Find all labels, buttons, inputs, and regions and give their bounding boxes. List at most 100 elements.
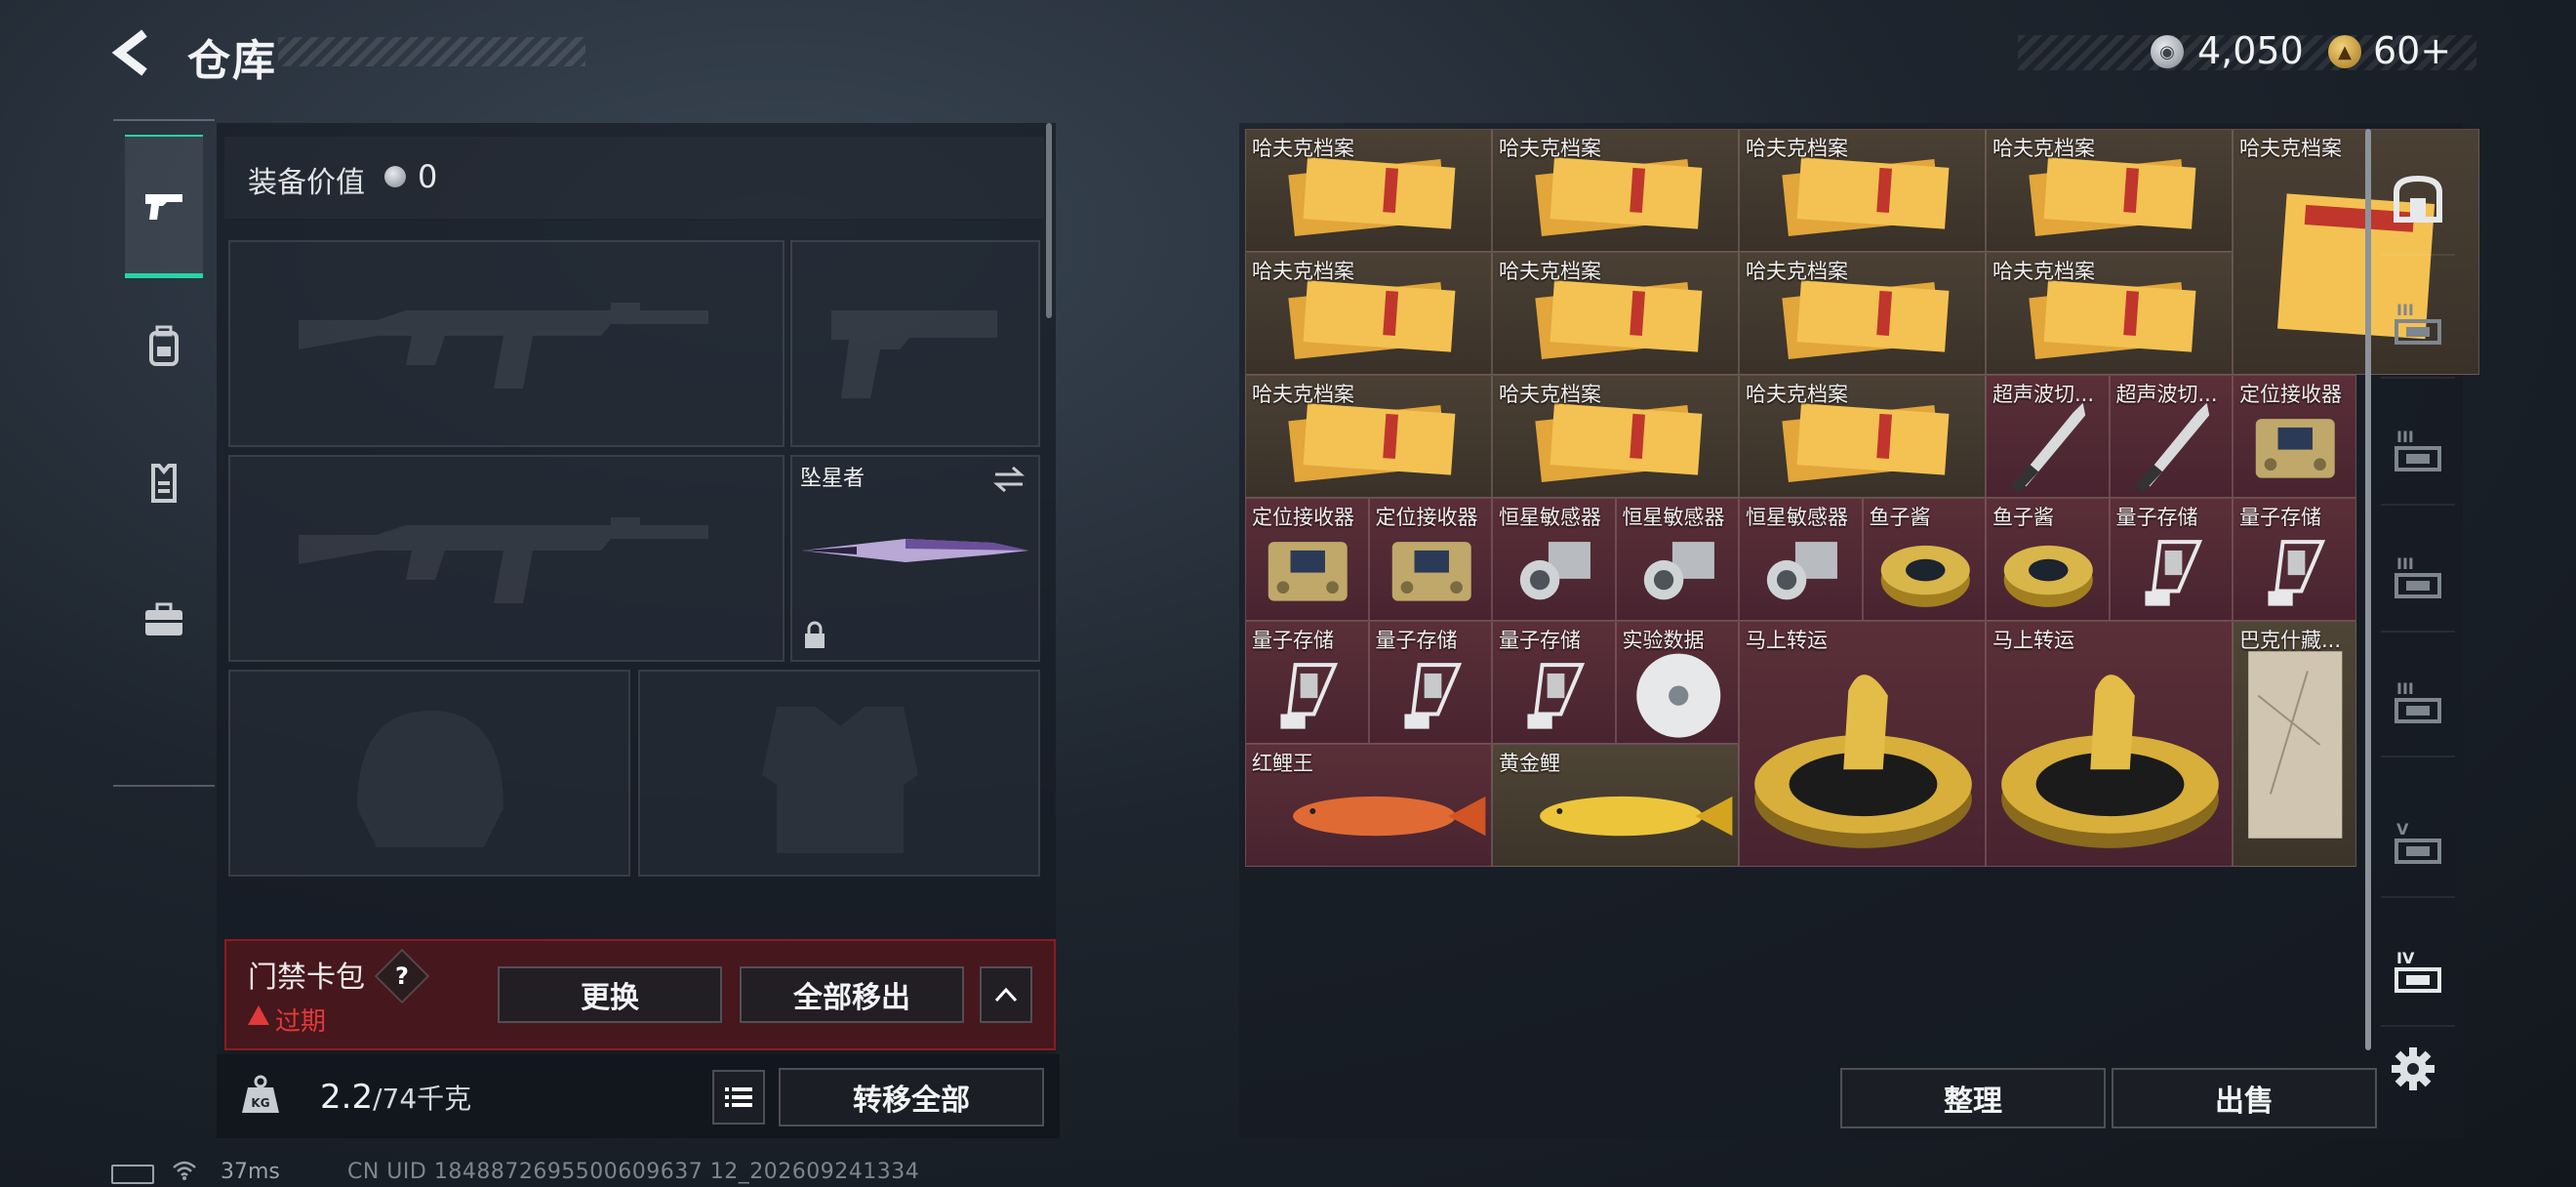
collapse-button[interactable] <box>980 966 1032 1023</box>
sort-button[interactable]: 整理 <box>1840 1068 2106 1128</box>
stash-item-label: 黄金鲤 <box>1499 752 1560 775</box>
storage-tab[interactable]: V <box>2381 789 2455 898</box>
transfer-all-button[interactable]: 转移全部 <box>779 1068 1044 1126</box>
tab-case[interactable] <box>125 551 203 687</box>
stash-item-label: 超声波切... <box>2115 383 2218 406</box>
storage-iii-icon: III <box>2395 428 2441 471</box>
access-card-title: 门禁卡包 <box>248 961 365 995</box>
stash-item-label: 马上转运 <box>1992 629 2074 652</box>
stash-item-label: 哈夫克档案 <box>1746 383 1848 406</box>
primary-weapon-slot[interactable] <box>228 240 785 447</box>
gear-icon[interactable] <box>2389 1044 2437 1093</box>
lock-icon <box>805 621 825 648</box>
stash-item[interactable]: 哈夫克档案 <box>1245 375 1492 498</box>
stash-item[interactable]: 哈夫克档案 <box>1492 252 1739 375</box>
swap-arrows-icon[interactable] <box>991 465 1026 494</box>
stash-item[interactable]: 哈夫克档案 <box>1492 129 1739 252</box>
loadout-scrollbar[interactable] <box>1046 123 1052 318</box>
stash-item-label: 鱼子酱 <box>1869 506 1931 529</box>
stash-item-label: 恒星敏感器 <box>1499 506 1601 529</box>
stash-item-label: 哈夫克档案 <box>1746 260 1848 283</box>
stash-item[interactable]: 定位接收器 <box>1245 498 1369 621</box>
stash-item[interactable]: 恒星敏感器 <box>1615 498 1739 621</box>
rifle-silhouette-icon <box>299 517 708 603</box>
stash-item[interactable]: 鱼子酱 <box>1862 498 1986 621</box>
stash-item[interactable]: 量子存储 <box>2233 498 2356 621</box>
stash-item[interactable]: 黄金鲤 <box>1492 744 1739 867</box>
storage-tab[interactable]: III <box>2381 269 2455 379</box>
remove-all-button[interactable]: 全部移出 <box>740 966 964 1023</box>
stash-item[interactable]: 哈夫克档案 <box>1245 252 1492 375</box>
stash-item[interactable]: 定位接收器 <box>1368 498 1492 621</box>
tab-weapons[interactable] <box>125 135 203 278</box>
storage-tab-level: V <box>2396 820 2409 839</box>
stash-item[interactable]: 马上转运 <box>1986 621 2233 867</box>
uid-text: CN UID 1848872695500609637 12_2026092413… <box>347 1160 920 1184</box>
stash-item-label: 红鲤王 <box>1252 752 1313 775</box>
stash-item-label: 量子存储 <box>2115 506 2198 529</box>
stash-item-label: 定位接收器 <box>2239 383 2342 406</box>
battery-icon <box>111 1165 154 1184</box>
horse-statue-icon <box>2001 675 2219 848</box>
chevron-up-icon <box>994 987 1018 1003</box>
stash-item[interactable]: 哈夫克档案 <box>1986 129 2233 252</box>
stash-item-label: 恒星敏感器 <box>1746 506 1848 529</box>
storage-tab[interactable]: IV <box>2381 918 2455 1027</box>
stash-item[interactable]: 恒星敏感器 <box>1492 498 1616 621</box>
stash-item[interactable]: 鱼子酱 <box>1986 498 2110 621</box>
storage-tab[interactable]: III <box>2381 523 2455 633</box>
armor-slot[interactable] <box>638 670 1040 877</box>
sell-button[interactable]: 出售 <box>2112 1068 2377 1128</box>
rifle-silhouette-icon <box>299 303 708 389</box>
stash-item-label: 哈夫克档案 <box>1499 383 1601 406</box>
storage-tab[interactable]: III <box>2381 396 2455 506</box>
warning-icon <box>248 1005 269 1025</box>
storage-tab-level: IV <box>2396 949 2415 967</box>
stash-item[interactable]: 量子存储 <box>2109 498 2233 621</box>
stash-item[interactable]: 哈夫克档案 <box>1739 375 1986 498</box>
stash-item-label: 哈夫克档案 <box>1252 383 1354 406</box>
stash-item[interactable]: 恒星敏感器 <box>1739 498 1863 621</box>
backpack-icon <box>149 325 179 366</box>
stash-item[interactable]: 红鲤王 <box>1245 744 1492 867</box>
stash-item[interactable]: 量子存储 <box>1492 621 1616 744</box>
tab-vest[interactable] <box>125 414 203 551</box>
silver-coin-icon <box>384 166 406 187</box>
stash-item-label: 哈夫克档案 <box>1499 137 1601 160</box>
stash-item[interactable]: 量子存储 <box>1245 621 1369 744</box>
stash-scrollbar[interactable] <box>2365 129 2371 1050</box>
melee-slot[interactable]: 坠星者 <box>790 455 1040 662</box>
stash-item[interactable]: 量子存储 <box>1368 621 1492 744</box>
stash-item[interactable]: 巴克什藏... <box>2233 621 2356 867</box>
secondary-weapon-slot[interactable] <box>790 240 1040 447</box>
swap-button[interactable]: 更换 <box>498 966 722 1023</box>
stash-item[interactable]: 哈夫克档案 <box>1245 129 1492 252</box>
stash-item[interactable]: 超声波切... <box>2109 375 2233 498</box>
list-view-button[interactable] <box>712 1070 765 1125</box>
gold-currency-value[interactable]: 60+ <box>2373 29 2451 72</box>
back-arrow-icon[interactable] <box>107 27 158 78</box>
stash-item[interactable]: 超声波切... <box>1986 375 2110 498</box>
stash-item-label: 哈夫克档案 <box>1746 137 1848 160</box>
stash-item[interactable]: 哈夫克档案 <box>1986 252 2233 375</box>
tab-backpack[interactable] <box>125 277 203 414</box>
storage-iv-icon: IV <box>2395 949 2441 993</box>
stash-item[interactable]: 哈夫克档案 <box>1739 129 1986 252</box>
stash-item[interactable]: 定位接收器 <box>2233 375 2356 498</box>
secondary-rifle-slot[interactable] <box>228 455 785 662</box>
storage-tab[interactable]: III <box>2381 648 2455 757</box>
stash-item[interactable]: 马上转运 <box>1739 621 1986 867</box>
storage-tab-level: III <box>2396 428 2414 446</box>
storage-tab[interactable] <box>2381 146 2455 256</box>
stash-item-label: 巴克什藏... <box>2239 629 2342 652</box>
stash-item-label: 哈夫克档案 <box>1252 137 1354 160</box>
stash-item[interactable]: 实验数据 <box>1615 621 1739 744</box>
weight-current: 2.2 <box>320 1078 374 1117</box>
gold-coin-icon: ▲ <box>2328 35 2361 68</box>
storage-v-icon: V <box>2395 820 2441 864</box>
storage-tab-level: III <box>2396 554 2414 573</box>
stash-item[interactable]: 哈夫克档案 <box>1492 375 1739 498</box>
stash-item[interactable]: 哈夫克档案 <box>1739 252 1986 375</box>
stash-item-label: 恒星敏感器 <box>1622 506 1725 529</box>
helmet-slot[interactable] <box>228 670 630 877</box>
